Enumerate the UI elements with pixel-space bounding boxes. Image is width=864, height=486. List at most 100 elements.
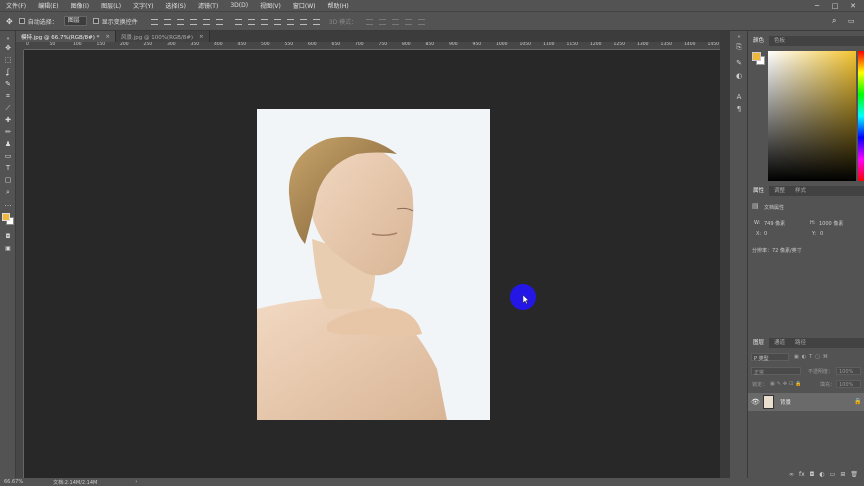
layer-name[interactable]: 背景 — [780, 398, 791, 406]
menu-select[interactable]: 选择(S) — [159, 1, 192, 10]
screen-mode-icon[interactable]: ▣ — [3, 243, 13, 253]
adjustments-icon[interactable]: ◐ — [734, 72, 744, 82]
canvas-area[interactable] — [24, 50, 720, 478]
align-bottom-icon[interactable] — [176, 17, 185, 25]
tab-model[interactable]: 模特.jpg @ 66.7%(RGB/8#) * × — [16, 31, 116, 42]
status-menu-arrow[interactable]: › — [135, 479, 137, 485]
color-picker-field[interactable] — [768, 51, 856, 181]
3d-slide-icon[interactable] — [404, 17, 413, 25]
delete-layer-icon[interactable]: 🗑 — [850, 471, 858, 478]
search-icon[interactable]: ⌕ — [832, 16, 836, 26]
lasso-tool-icon[interactable]: ʆ — [3, 67, 13, 77]
marquee-tool-icon[interactable]: ⬚ — [3, 55, 13, 65]
shape-tool-icon[interactable]: ▢ — [3, 175, 13, 185]
distribute-top-icon[interactable] — [234, 17, 243, 25]
new-layer-icon[interactable]: ⊞ — [840, 471, 845, 478]
align-right-icon[interactable] — [215, 17, 224, 25]
filter-icons[interactable]: ▣◐T▢⌘ — [794, 354, 831, 360]
blend-mode-dropdown[interactable]: 正常 — [751, 367, 801, 376]
brush-tool-icon[interactable]: ✏ — [3, 127, 13, 137]
quick-select-tool-icon[interactable]: ✎ — [3, 79, 13, 89]
top-ruler[interactable]: 0 50 100 150 200 250 300 350 400 450 500 550 600 650 7… — [24, 42, 720, 50]
close-button[interactable]: ✕ — [846, 0, 860, 11]
x-value[interactable]: 0 — [764, 231, 767, 237]
move-tool-icon[interactable]: ✥ — [6, 17, 13, 26]
tab-channels[interactable]: 通道 — [769, 338, 790, 348]
history-icon[interactable]: ⎘ — [734, 43, 744, 53]
foreground-color-swatch[interactable] — [2, 213, 10, 221]
eyedropper-tool-icon[interactable]: ⟋ — [3, 103, 13, 113]
layer-filter-dropdown[interactable]: P 类型 — [751, 353, 789, 362]
zoom-tool-icon[interactable]: ⌕ — [3, 187, 13, 197]
align-left-icon[interactable] — [189, 17, 198, 25]
tab-layers[interactable]: 图层 — [748, 338, 770, 348]
character-icon[interactable]: A — [734, 93, 744, 103]
visibility-eye-icon[interactable]: 👁 — [751, 398, 760, 406]
brush-settings-icon[interactable]: ✎ — [734, 59, 744, 69]
left-ruler[interactable] — [16, 50, 24, 478]
opacity-field[interactable]: 100% — [836, 367, 861, 375]
menu-window[interactable]: 窗口(W) — [287, 1, 322, 10]
menu-image[interactable]: 图像(I) — [65, 1, 95, 10]
new-group-icon[interactable]: ▭ — [830, 471, 836, 478]
3d-scale-icon[interactable] — [417, 17, 426, 25]
eraser-tool-icon[interactable]: ▭ — [3, 151, 13, 161]
align-vcenter-icon[interactable] — [163, 17, 172, 25]
menu-view[interactable]: 视图(V) — [254, 1, 287, 10]
menu-edit[interactable]: 编辑(E) — [32, 1, 64, 10]
menu-3d[interactable]: 3D(D) — [224, 2, 254, 9]
link-layers-icon[interactable]: ∞ — [789, 471, 794, 478]
tab-properties[interactable]: 属性 — [748, 186, 770, 196]
distribute-vcenter-icon[interactable] — [247, 17, 256, 25]
height-value[interactable]: 1000 像素 — [819, 220, 843, 227]
ruler-corner[interactable] — [16, 42, 24, 50]
distribute-bottom-icon[interactable] — [260, 17, 269, 25]
quick-mask-icon[interactable]: ◘ — [3, 231, 13, 241]
3d-rotate-icon[interactable] — [365, 17, 374, 25]
close-tab-icon[interactable]: × — [199, 34, 204, 40]
adjustment-layer-icon[interactable]: ◐ — [819, 471, 824, 478]
crop-tool-icon[interactable]: ⌗ — [3, 91, 13, 101]
minimize-button[interactable]: ─ — [810, 0, 824, 11]
add-mask-icon[interactable]: ◘ — [810, 471, 815, 478]
model-photo[interactable] — [257, 109, 490, 420]
tab-swatches[interactable]: 色板 — [769, 36, 790, 46]
width-value[interactable]: 749 像素 — [764, 220, 785, 227]
menu-help[interactable]: 帮助(H) — [322, 1, 355, 10]
text-tool-icon[interactable]: T — [3, 163, 13, 173]
workspace-icon[interactable]: ▭ — [848, 17, 855, 25]
fill-field[interactable]: 100% — [836, 380, 861, 388]
foreground-color-chip[interactable] — [752, 52, 761, 61]
auto-select-dropdown[interactable]: 图层 — [63, 16, 87, 26]
maximize-button[interactable]: □ — [828, 0, 842, 11]
y-value[interactable]: 0 — [820, 231, 823, 237]
auto-align-icon[interactable] — [312, 17, 321, 25]
more-tools-icon[interactable]: … — [3, 199, 13, 209]
layer-row-background[interactable]: 👁 背景 🔒 — [748, 393, 864, 411]
lock-icons[interactable]: ▣✎✥⊡🔒 — [770, 381, 804, 387]
move-tool-icon[interactable]: ✥ — [3, 43, 13, 53]
show-transform-checkbox[interactable]: 显示变换控件 — [92, 17, 138, 26]
tab-styles[interactable]: 样式 — [790, 186, 811, 196]
3d-roll-icon[interactable] — [378, 17, 387, 25]
menu-filter[interactable]: 滤镜(T) — [192, 1, 224, 10]
healing-brush-icon[interactable]: ✚ — [3, 115, 13, 125]
menu-type[interactable]: 文字(Y) — [127, 1, 159, 10]
auto-select-checkbox[interactable]: 自动选择： — [18, 17, 58, 26]
distribute-left-icon[interactable] — [273, 17, 282, 25]
hue-slider[interactable] — [858, 51, 864, 181]
zoom-level[interactable]: 66.67% — [4, 479, 23, 485]
close-tab-icon[interactable]: × — [105, 34, 110, 40]
tab-landscape[interactable]: 风景.jpg @ 100%(RGB/8#) × — [115, 31, 210, 42]
menu-layer[interactable]: 图层(L) — [95, 1, 127, 10]
paragraph-icon[interactable]: ¶ — [734, 105, 744, 115]
tab-color[interactable]: 颜色 — [748, 36, 770, 46]
3d-pan-icon[interactable] — [391, 17, 400, 25]
align-hcenter-icon[interactable] — [202, 17, 211, 25]
distribute-hcenter-icon[interactable] — [286, 17, 295, 25]
distribute-right-icon[interactable] — [299, 17, 308, 25]
layer-style-icon[interactable]: fx — [799, 471, 805, 478]
menu-file[interactable]: 文件(F) — [0, 1, 32, 10]
stamp-tool-icon[interactable]: ♟ — [3, 139, 13, 149]
align-top-icon[interactable] — [150, 17, 159, 25]
